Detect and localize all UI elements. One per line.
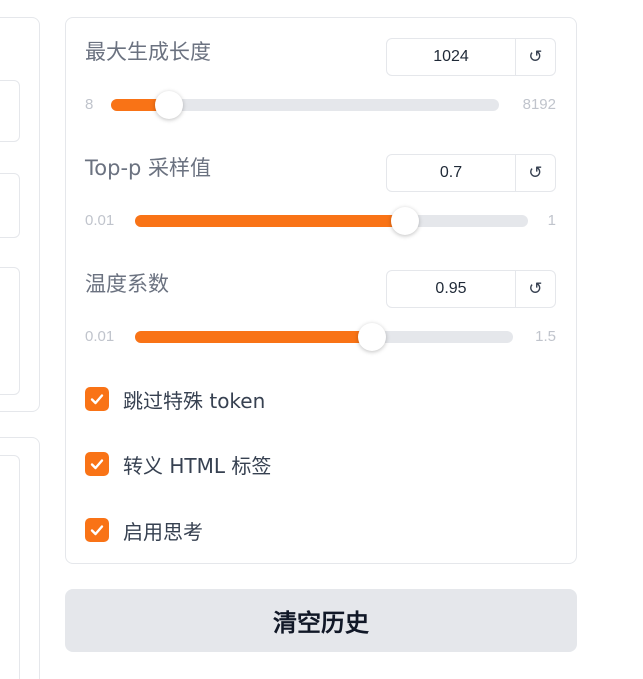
settings-stage: 最大生成长度 1024 ↺ 8 8192 Top-p 采样值 0.7 ↺ 0.0… xyxy=(0,0,643,679)
checkmark-icon xyxy=(90,525,104,536)
temperature-max-label: 1.5 xyxy=(535,328,556,345)
max-length-number-box: 1024 ↺ xyxy=(386,38,556,76)
temperature-input[interactable]: 0.95 xyxy=(387,271,516,307)
top-p-thumb[interactable] xyxy=(390,207,419,235)
temperature-reset-button[interactable]: ↺ xyxy=(516,271,555,307)
left-textarea[interactable] xyxy=(0,455,20,679)
temperature-slider-block: 温度系数 0.95 ↺ 0.01 1.5 xyxy=(66,250,576,360)
temperature-track[interactable] xyxy=(135,323,513,351)
top-p-slider-block: Top-p 采样值 0.7 ↺ 0.01 1 xyxy=(66,134,576,244)
top-p-input[interactable]: 0.7 xyxy=(387,155,516,191)
generation-settings-panel: 最大生成长度 1024 ↺ 8 8192 Top-p 采样值 0.7 ↺ 0.0… xyxy=(65,17,577,564)
left-input-1[interactable] xyxy=(0,80,20,142)
enable-thinking-checkbox[interactable] xyxy=(85,518,109,542)
max-length-slider-block: 最大生成长度 1024 ↺ 8 8192 xyxy=(66,18,576,128)
checkmark-icon xyxy=(90,459,104,470)
top-p-fill xyxy=(135,215,405,227)
top-p-min-label: 0.01 xyxy=(85,212,115,229)
max-length-min-label: 8 xyxy=(85,96,94,113)
temperature-thumb[interactable] xyxy=(357,323,386,351)
max-length-track[interactable] xyxy=(111,91,499,119)
enable-thinking-checkbox-row[interactable]: 启用思考 xyxy=(85,515,203,545)
temperature-min-label: 0.01 xyxy=(85,328,115,345)
temperature-label: 温度系数 xyxy=(85,272,169,296)
max-length-input[interactable]: 1024 xyxy=(387,39,516,75)
max-length-label: 最大生成长度 xyxy=(85,40,211,64)
temperature-fill xyxy=(135,331,372,343)
temperature-number-box: 0.95 ↺ xyxy=(386,270,556,308)
max-length-max-label: 8192 xyxy=(522,96,556,113)
top-p-reset-button[interactable]: ↺ xyxy=(516,155,555,191)
skip-special-tokens-checkbox[interactable] xyxy=(85,387,109,411)
top-p-label: Top-p 采样值 xyxy=(85,156,212,180)
escape-html-label: 转义 HTML 标签 xyxy=(123,453,272,478)
left-input-2[interactable] xyxy=(0,173,20,238)
top-p-max-label: 1 xyxy=(547,212,556,229)
escape-html-checkbox[interactable] xyxy=(85,452,109,476)
left-input-3[interactable] xyxy=(0,267,20,395)
top-p-number-box: 0.7 ↺ xyxy=(386,154,556,192)
max-length-thumb[interactable] xyxy=(155,91,184,119)
skip-special-tokens-checkbox-row[interactable]: 跳过特殊 token xyxy=(85,384,265,414)
enable-thinking-label: 启用思考 xyxy=(123,519,203,544)
top-p-track[interactable] xyxy=(135,207,528,235)
escape-html-checkbox-row[interactable]: 转义 HTML 标签 xyxy=(85,449,271,479)
checkmark-icon xyxy=(90,394,104,405)
clear-history-button[interactable]: 清空历史 xyxy=(65,589,577,652)
max-length-reset-button[interactable]: ↺ xyxy=(516,39,555,75)
skip-special-tokens-label: 跳过特殊 token xyxy=(123,388,266,413)
